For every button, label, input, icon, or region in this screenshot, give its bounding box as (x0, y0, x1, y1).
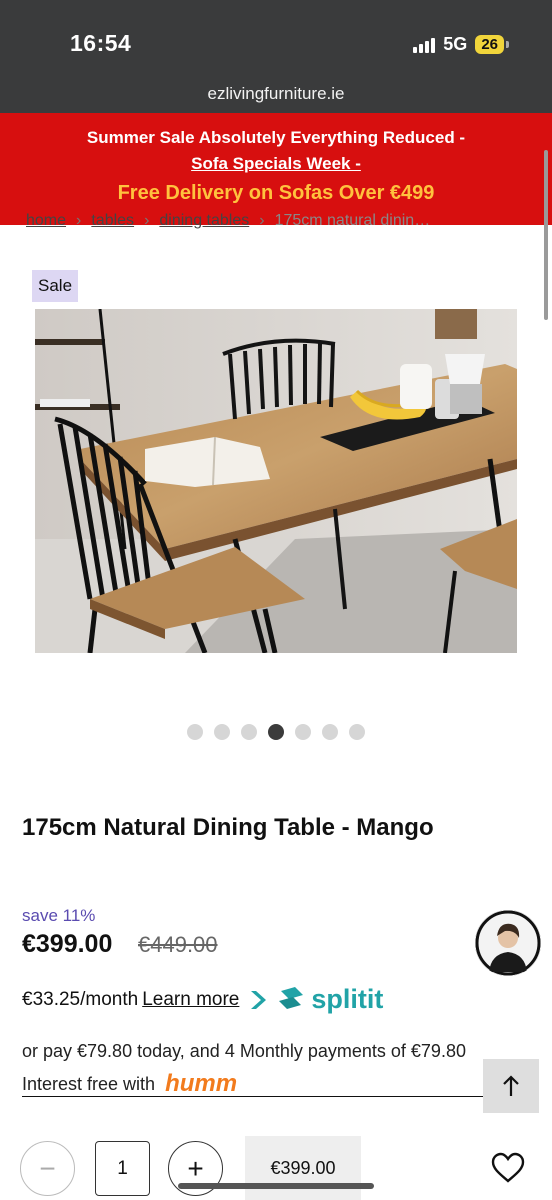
save-percent: save 11% (22, 906, 96, 925)
banner-line-3: Free Delivery on Sofas Over €499 (117, 182, 435, 204)
status-indicators: 5G 26 (413, 34, 509, 55)
monthly-payment-row: €33.25/month Learn more splitit (22, 984, 383, 1015)
heart-icon (491, 1152, 525, 1183)
humm-installments-text: or pay €79.80 today, and 4 Monthly payme… (22, 1041, 466, 1061)
learn-more-link[interactable]: Learn more (142, 989, 239, 1011)
gallery-dot-6[interactable] (322, 724, 338, 740)
banner-line-2[interactable]: Sofa Specials Week - (0, 154, 552, 174)
home-indicator (178, 1183, 374, 1189)
sale-badge: Sale (32, 270, 79, 302)
chat-agent-avatar[interactable] (475, 910, 541, 976)
browser-chrome: 16:54 5G 26 ezlivingfurniture.ie (0, 0, 552, 113)
person-icon (475, 910, 541, 976)
status-time: 16:54 (70, 30, 132, 56)
arrow-up-icon (503, 1075, 519, 1096)
gallery-dot-2[interactable] (214, 724, 230, 740)
url-bar[interactable]: ezlivingfurniture.ie (0, 84, 552, 104)
current-price: €399.00 (22, 930, 113, 958)
gallery-dots (0, 724, 552, 740)
was-price: €449.00 (138, 932, 218, 957)
network-type: 5G (443, 34, 468, 54)
back-to-top-button[interactable] (483, 1059, 539, 1113)
gallery-dot-3[interactable] (241, 724, 257, 740)
breadcrumb-dining-tables[interactable]: dining tables (159, 212, 249, 229)
sofa-specials-link[interactable]: Sofa Specials Week - (191, 154, 361, 173)
gallery-dot-4[interactable] (268, 724, 284, 740)
wishlist-button[interactable] (490, 1152, 526, 1184)
product-photo (35, 309, 517, 653)
gallery-dot-5[interactable] (295, 724, 311, 740)
gallery-dot-7[interactable] (349, 724, 365, 740)
product-image[interactable] (35, 309, 517, 653)
divider (22, 1096, 510, 1097)
chevron-right-icon: › (76, 212, 82, 229)
humm-logo: humm (165, 1070, 238, 1097)
humm-row: Interest free with humm (22, 1070, 237, 1098)
splitit-mark-icon (279, 986, 304, 1009)
quantity-input[interactable]: 1 (95, 1141, 150, 1196)
signal-icon (413, 37, 436, 53)
banner-line-1: Summer Sale Absolutely Everything Reduce… (86, 128, 466, 147)
breadcrumb-current: 175cm natural dinin… (274, 212, 431, 229)
monthly-price: €33.25/month (22, 988, 139, 1010)
humm-interest-free: Interest free with (22, 1073, 156, 1094)
add-to-cart-button[interactable]: €399.00 (245, 1136, 361, 1200)
battery-icon: 26 (475, 35, 509, 54)
chevron-right-icon: › (144, 212, 150, 229)
breadcrumb-tables[interactable]: tables (91, 212, 134, 229)
page-scrollbar[interactable] (544, 150, 548, 320)
breadcrumb-home[interactable]: home (26, 212, 66, 229)
splitit-chevron-icon (251, 990, 267, 1009)
product-title: 175cm Natural Dining Table - Mango (22, 814, 434, 841)
splitit-brand: splitit (311, 984, 384, 1014)
gallery-dot-1[interactable] (187, 724, 203, 740)
chevron-right-icon: › (259, 212, 265, 229)
breadcrumb: home › tables › dining tables › 175cm natural … (26, 212, 536, 234)
sale-banner[interactable]: Summer Sale Absolutely Everything Reduce… (0, 113, 552, 225)
quantity-decrease-button[interactable]: − (20, 1141, 75, 1196)
splitit-logo: splitit (249, 984, 383, 1015)
